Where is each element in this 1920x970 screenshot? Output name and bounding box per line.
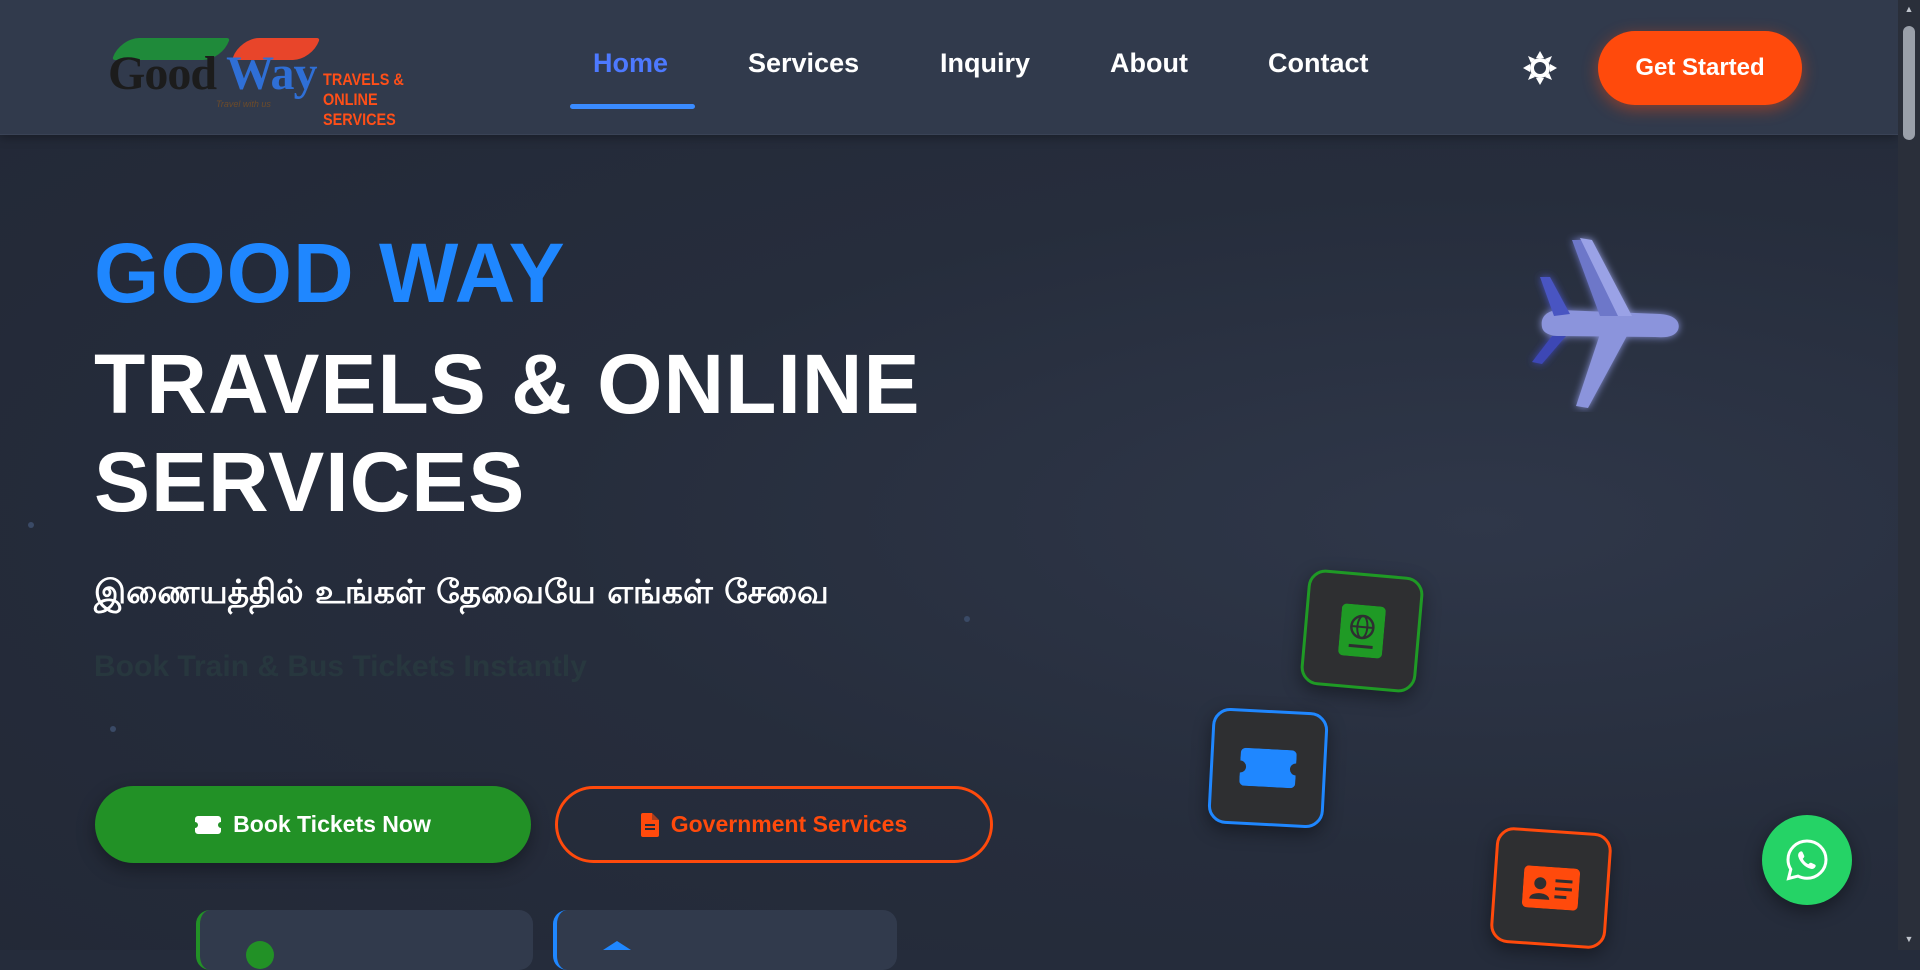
- logo-word-good: Good: [108, 47, 217, 100]
- service-card-icon: [603, 941, 631, 950]
- hero-tamil-tagline: இணையத்தில் உங்கள் தேவையே எங்கள் சேவை: [94, 572, 829, 611]
- nav-item-services[interactable]: Services: [748, 48, 859, 79]
- ticket-icon: [195, 815, 222, 834]
- scroll-down-arrow-icon[interactable]: ▼: [1903, 934, 1915, 946]
- logo-word-way: Way: [226, 47, 317, 100]
- decor-dot: [28, 522, 34, 528]
- book-tickets-button[interactable]: Book Tickets Now: [95, 786, 531, 863]
- hero-animated-subtitle: Book Train & Bus Tickets Instantly: [94, 650, 587, 683]
- brand-logo[interactable]: Good Way TRAVELS & ONLINE SERVICES Trave…: [108, 26, 448, 129]
- nav-active-indicator: [570, 104, 695, 109]
- passport-icon: [1338, 603, 1386, 659]
- nav-item-about[interactable]: About: [1110, 48, 1188, 79]
- document-icon: [640, 812, 659, 837]
- logo-wordmark: Good Way: [108, 46, 318, 101]
- logo-subtitle: TRAVELS & ONLINE SERVICES: [323, 70, 429, 130]
- scrollbar-thumb[interactable]: [1903, 26, 1915, 140]
- get-started-button[interactable]: Get Started: [1598, 31, 1802, 105]
- nav-item-inquiry[interactable]: Inquiry: [940, 48, 1030, 79]
- service-card-peek[interactable]: [196, 910, 533, 970]
- ticket-card: [1207, 707, 1329, 829]
- theme-toggle-button[interactable]: [1522, 50, 1558, 86]
- sun-icon: [1523, 51, 1557, 85]
- logo-sub-line-2: ONLINE SERVICES: [323, 90, 396, 129]
- whatsapp-icon: [1786, 839, 1828, 881]
- logo-sub-line-1: TRAVELS &: [323, 70, 404, 89]
- site-header: Good Way TRAVELS & ONLINE SERVICES Trave…: [0, 0, 1898, 135]
- page-scrollbar[interactable]: [1898, 0, 1920, 950]
- hero-title-brand: GOOD WAY: [94, 226, 566, 320]
- ticket-icon: [1239, 747, 1297, 789]
- whatsapp-chat-button[interactable]: [1762, 815, 1852, 905]
- decor-dot: [964, 616, 970, 622]
- book-tickets-label: Book Tickets Now: [233, 811, 431, 837]
- decor-dot: [110, 726, 116, 732]
- service-card-peek[interactable]: [553, 910, 897, 970]
- scroll-up-arrow-icon[interactable]: ▲: [1903, 4, 1915, 16]
- government-services-label: Government Services: [670, 811, 908, 837]
- id-card-card: [1489, 826, 1613, 950]
- id-card-icon: [1521, 865, 1581, 911]
- hero-title-main: TRAVELS & ONLINE SERVICES: [94, 337, 921, 529]
- passport-card: [1299, 568, 1425, 694]
- service-card-icon: [246, 941, 274, 969]
- logo-tagline: Travel with us: [216, 99, 271, 109]
- government-services-button[interactable]: Government Services: [555, 786, 993, 863]
- nav-item-home[interactable]: Home: [593, 48, 668, 79]
- nav-item-contact[interactable]: Contact: [1268, 48, 1369, 79]
- airplane-icon: [1500, 232, 1690, 412]
